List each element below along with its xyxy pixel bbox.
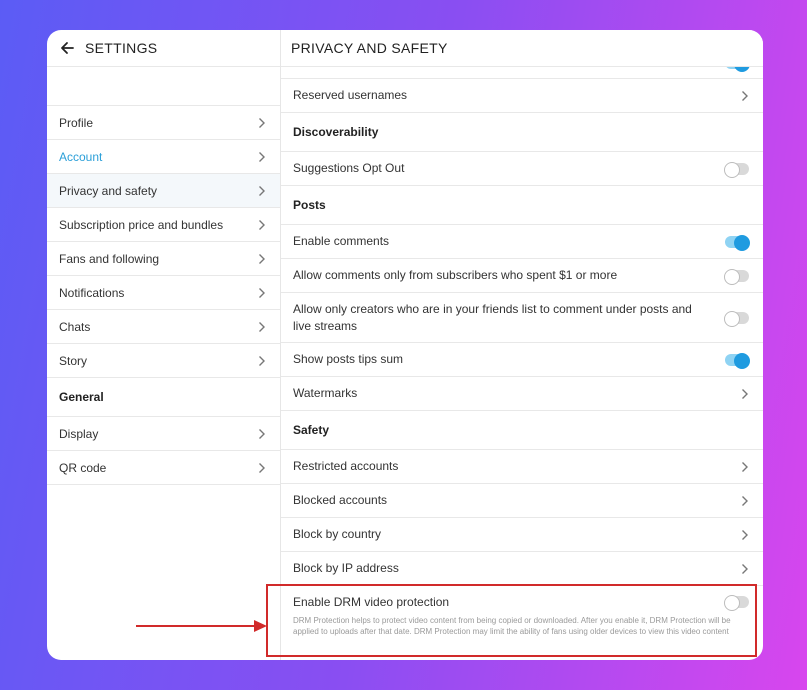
section-discoverability: Discoverability: [281, 113, 763, 152]
sidebar-item-fans[interactable]: Fans and following: [47, 242, 280, 276]
row-label: Block by country: [293, 527, 382, 541]
sidebar-item-label: Subscription price and bundles: [59, 217, 224, 232]
sidebar-item-display[interactable]: Display: [47, 417, 280, 451]
sidebar-item-chats[interactable]: Chats: [47, 310, 280, 344]
chevron-right-icon: [741, 563, 749, 575]
pointer-arrow-icon: [136, 620, 267, 632]
comments-subscribers-toggle[interactable]: [724, 268, 749, 285]
sidebar-item-notifications[interactable]: Notifications: [47, 276, 280, 310]
row-label: Suggestions Opt Out: [293, 161, 405, 175]
sidebar-item-story[interactable]: Story: [47, 344, 280, 378]
page-title: PRIVACY AND SAFETY: [281, 30, 763, 67]
chevron-right-icon: [258, 355, 266, 367]
watermarks-row[interactable]: Watermarks: [281, 377, 763, 411]
sidebar-item-label: Story: [59, 353, 88, 368]
section-posts: Posts: [281, 186, 763, 225]
drm-toggle[interactable]: [724, 595, 749, 611]
restricted-accounts-row[interactable]: Restricted accounts: [281, 450, 763, 484]
comments-friends-row: Allow only creators who are in your frie…: [281, 293, 763, 343]
comments-subscribers-row: Allow comments only from subscribers who…: [281, 259, 763, 293]
enable-comments-row: Enable comments: [281, 225, 763, 259]
privacy-panel: PRIVACY AND SAFETY Reserved usernames Di…: [281, 30, 763, 660]
drm-title: Enable DRM video protection: [293, 595, 450, 609]
chevron-right-icon: [258, 117, 266, 129]
sidebar-item-label: Account: [59, 149, 103, 164]
sidebar-header: SETTINGS: [47, 30, 280, 67]
reserved-usernames-row[interactable]: Reserved usernames: [281, 79, 763, 113]
row-label: Allow comments only from subscribers who…: [293, 268, 618, 282]
sidebar-item-label: Display: [59, 426, 99, 441]
row-label: Watermarks: [293, 386, 358, 400]
chevron-right-icon: [258, 151, 266, 163]
enable-comments-toggle[interactable]: [725, 234, 750, 251]
sidebar-item-profile[interactable]: Profile: [47, 106, 280, 140]
row-label: Show posts tips sum: [293, 352, 404, 366]
sidebar-item-label: Chats: [59, 319, 91, 334]
sidebar-item-label: Profile: [59, 115, 94, 130]
chevron-right-icon: [741, 461, 749, 473]
chevron-right-icon: [258, 253, 266, 265]
row-label: Blocked accounts: [293, 493, 388, 507]
row-label: Allow only creators who are in your frie…: [293, 301, 692, 333]
sidebar-item-qr-code[interactable]: QR code: [47, 451, 280, 485]
chevron-right-icon: [741, 529, 749, 541]
comments-friends-toggle[interactable]: [724, 310, 749, 327]
sidebar-item-subscription[interactable]: Subscription price and bundles: [47, 208, 280, 242]
show-tips-sum-toggle[interactable]: [725, 352, 750, 369]
settings-sidebar: SETTINGS Profile Account Privacy and saf…: [47, 30, 281, 660]
sidebar-item-account[interactable]: Account: [47, 140, 280, 174]
chevron-right-icon: [258, 287, 266, 299]
settings-title: SETTINGS: [85, 40, 158, 56]
block-by-ip-row[interactable]: Block by IP address: [281, 552, 763, 586]
blocked-accounts-row[interactable]: Blocked accounts: [281, 484, 763, 518]
chevron-right-icon: [741, 90, 749, 102]
drm-protection-row: Enable DRM video protection DRM Protecti…: [281, 586, 763, 645]
chevron-right-icon: [258, 428, 266, 440]
sidebar-item-privacy-and-safety[interactable]: Privacy and safety: [47, 174, 280, 208]
row-label: Restricted accounts: [293, 459, 399, 473]
suggestions-opt-out-row: Suggestions Opt Out: [281, 152, 763, 186]
sidebar-item-label: QR code: [59, 460, 107, 475]
row-label: Reserved usernames: [293, 88, 408, 102]
back-arrow-icon[interactable]: [59, 40, 75, 56]
settings-card: SETTINGS Profile Account Privacy and saf…: [47, 30, 763, 660]
suggestions-opt-out-toggle[interactable]: [724, 161, 749, 178]
chevron-right-icon: [258, 185, 266, 197]
block-by-country-row[interactable]: Block by country: [281, 518, 763, 552]
chevron-right-icon: [258, 219, 266, 231]
show-tips-sum-row: Show posts tips sum: [281, 343, 763, 377]
section-safety: Safety: [281, 411, 763, 450]
row-label: Block by IP address: [293, 561, 399, 575]
sidebar-spacer: [47, 67, 280, 106]
sidebar-item-label: Fans and following: [59, 251, 160, 266]
sidebar-section-general: General: [47, 378, 280, 417]
chevron-right-icon: [258, 321, 266, 333]
chevron-right-icon: [741, 495, 749, 507]
chevron-right-icon: [741, 388, 749, 400]
chevron-right-icon: [258, 462, 266, 474]
sidebar-item-label: Privacy and safety: [59, 183, 158, 198]
row-label: Enable comments: [293, 234, 390, 248]
privacy-settings-list: Reserved usernames Discoverability Sugge…: [281, 56, 763, 645]
drm-description: DRM Protection helps to protect video co…: [293, 616, 731, 636]
sidebar-item-label: Notifications: [59, 285, 125, 300]
